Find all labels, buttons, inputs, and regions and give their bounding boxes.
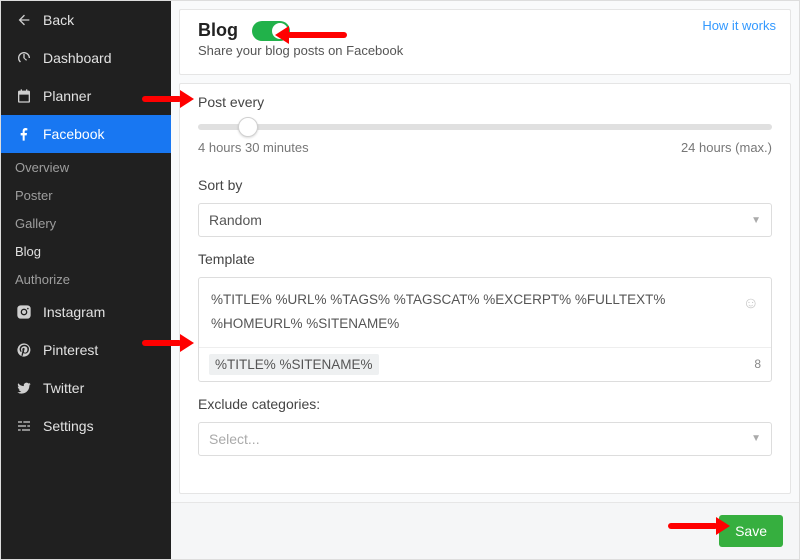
header-card: How it works Blog Share your blog posts … bbox=[179, 9, 791, 75]
sidebar-sub-label: Overview bbox=[15, 160, 69, 175]
calendar-icon bbox=[15, 88, 33, 104]
template-value: %TITLE% %SITENAME% bbox=[209, 354, 379, 375]
sort-by-value: Random bbox=[209, 212, 262, 228]
sidebar-item-label: Dashboard bbox=[43, 50, 112, 66]
back-button[interactable]: Back bbox=[1, 1, 171, 39]
sidebar-item-label: Twitter bbox=[43, 380, 84, 396]
sidebar-sub-label: Authorize bbox=[15, 272, 70, 287]
sidebar-sub-authorize[interactable]: Authorize bbox=[1, 265, 171, 293]
footer-bar: Save bbox=[171, 502, 799, 559]
template-input[interactable]: %TITLE% %SITENAME% 8 bbox=[199, 347, 771, 381]
form-card: Post every 4 hours 30 minutes 24 hours (… bbox=[179, 83, 791, 494]
pinterest-icon bbox=[15, 342, 33, 358]
sidebar-item-planner[interactable]: Planner bbox=[1, 77, 171, 115]
sidebar-item-label: Planner bbox=[43, 88, 91, 104]
main-content: How it works Blog Share your blog posts … bbox=[171, 1, 799, 559]
sidebar-item-pinterest[interactable]: Pinterest bbox=[1, 331, 171, 369]
sidebar: Back Dashboard Planner Facebook Overview… bbox=[1, 1, 171, 559]
post-interval-slider[interactable] bbox=[198, 124, 772, 130]
gauge-icon bbox=[15, 50, 33, 66]
arrow-left-icon bbox=[15, 12, 33, 28]
sidebar-item-label: Settings bbox=[43, 418, 94, 434]
exclude-categories-label: Exclude categories: bbox=[198, 396, 772, 412]
slider-max-label: 24 hours (max.) bbox=[681, 140, 772, 155]
facebook-icon bbox=[15, 126, 33, 142]
emoji-icon[interactable]: ☺ bbox=[743, 290, 759, 319]
sidebar-item-label: Pinterest bbox=[43, 342, 98, 358]
template-placeholders[interactable]: %TITLE% %URL% %TAGS% %TAGSCAT% %EXCERPT%… bbox=[199, 278, 771, 347]
how-it-works-link[interactable]: How it works bbox=[702, 18, 776, 33]
sidebar-sub-overview[interactable]: Overview bbox=[1, 153, 171, 181]
exclude-placeholder: Select... bbox=[209, 431, 260, 447]
exclude-categories-select[interactable]: Select... ▼ bbox=[198, 422, 772, 456]
save-button[interactable]: Save bbox=[719, 515, 783, 547]
page-subtitle: Share your blog posts on Facebook bbox=[198, 43, 772, 58]
sidebar-sub-poster[interactable]: Poster bbox=[1, 181, 171, 209]
sidebar-sub-gallery[interactable]: Gallery bbox=[1, 209, 171, 237]
sidebar-sub-label: Poster bbox=[15, 188, 53, 203]
template-char-count: 8 bbox=[754, 357, 761, 371]
twitter-icon bbox=[15, 380, 33, 396]
chevron-down-icon: ▼ bbox=[751, 433, 761, 444]
sidebar-item-label: Facebook bbox=[43, 126, 104, 142]
sidebar-sub-label: Gallery bbox=[15, 216, 56, 231]
template-label: Template bbox=[198, 251, 772, 267]
post-every-label: Post every bbox=[198, 94, 772, 110]
sidebar-item-instagram[interactable]: Instagram bbox=[1, 293, 171, 331]
sidebar-item-label: Back bbox=[43, 12, 74, 28]
slider-knob[interactable] bbox=[238, 117, 258, 137]
sort-by-label: Sort by bbox=[198, 177, 772, 193]
enable-toggle[interactable] bbox=[252, 21, 290, 41]
template-box: %TITLE% %URL% %TAGS% %TAGSCAT% %EXCERPT%… bbox=[198, 277, 772, 382]
chevron-down-icon: ▼ bbox=[751, 215, 761, 226]
placeholders-text: %TITLE% %URL% %TAGS% %TAGSCAT% %EXCERPT%… bbox=[211, 292, 665, 331]
sidebar-sub-blog[interactable]: Blog bbox=[1, 237, 171, 265]
page-title: Blog bbox=[198, 20, 238, 41]
sidebar-sub-label: Blog bbox=[15, 244, 41, 259]
instagram-icon bbox=[15, 304, 33, 320]
sort-by-select[interactable]: Random ▼ bbox=[198, 203, 772, 237]
sidebar-item-dashboard[interactable]: Dashboard bbox=[1, 39, 171, 77]
sidebar-item-facebook[interactable]: Facebook bbox=[1, 115, 171, 153]
sliders-icon bbox=[15, 418, 33, 434]
slider-min-label: 4 hours 30 minutes bbox=[198, 140, 309, 155]
sidebar-item-twitter[interactable]: Twitter bbox=[1, 369, 171, 407]
sidebar-item-settings[interactable]: Settings bbox=[1, 407, 171, 445]
sidebar-item-label: Instagram bbox=[43, 304, 105, 320]
